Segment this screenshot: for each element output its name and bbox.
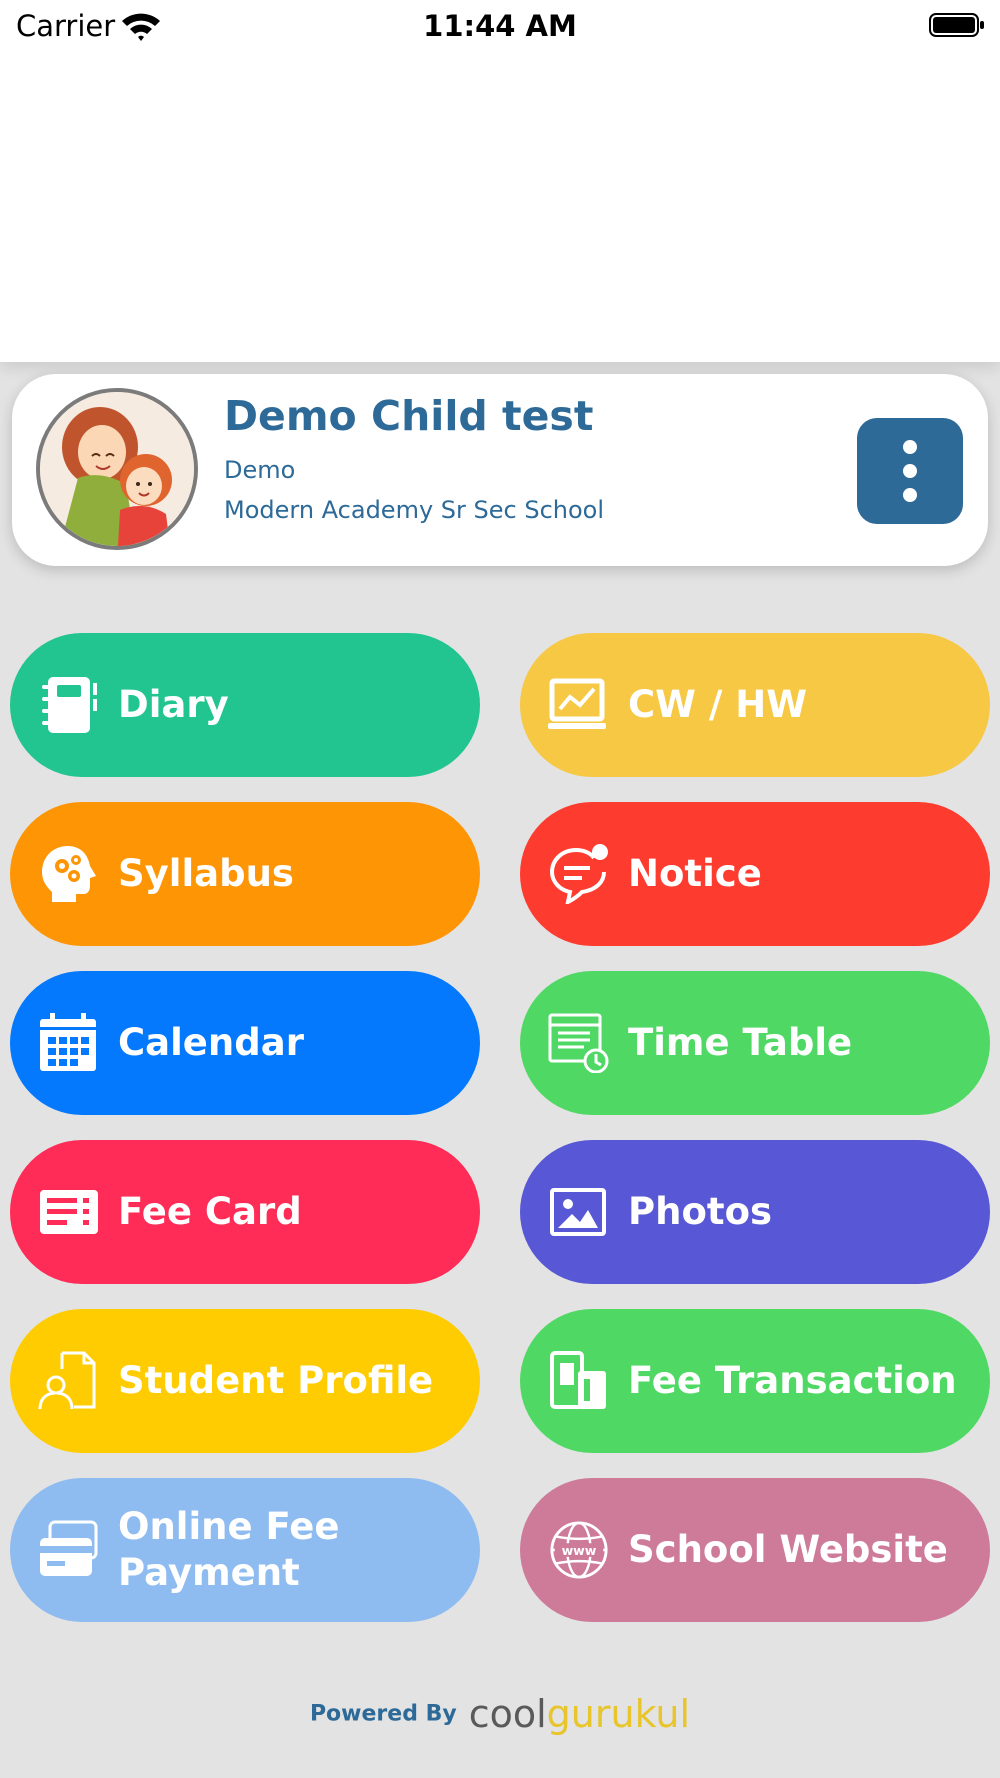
tile-label: Fee Transaction [628,1359,957,1402]
tile-online-fee-payment[interactable]: Online Fee Payment [10,1478,480,1622]
diary-icon [42,677,97,733]
tile-label: School Website [628,1528,948,1571]
tile-label: Online Fee Payment [118,1505,340,1594]
brand-logo-cool: cool [468,1692,547,1736]
tile-calendar[interactable]: Calendar [10,971,480,1115]
more-options-button[interactable] [857,418,963,524]
tile-label: CW / HW [628,683,808,726]
tile-fee-card[interactable]: Fee Card [10,1140,480,1284]
photo-icon [550,1188,606,1236]
powered-by-footer: Powered By coolgurukul [0,1692,1000,1736]
globe-www-icon: www [550,1521,608,1579]
fee-transaction-icon [550,1351,606,1409]
svg-text:www: www [562,1543,597,1558]
tile-syllabus[interactable]: Syllabus [10,802,480,946]
tile-label: Syllabus [118,852,294,895]
tile-photos[interactable]: Photos [520,1140,990,1284]
brand-logo-gurukul: gurukul [546,1692,691,1736]
calendar-icon [40,1013,96,1071]
tile-notice[interactable]: Notice [520,802,990,946]
mother-child-illustration [40,392,194,546]
powered-by-label: Powered By [309,1701,457,1727]
tile-time-table[interactable]: Time Table [520,971,990,1115]
tile-label: Notice [628,852,762,895]
tile-label: Fee Card [118,1190,302,1233]
tile-school-website[interactable]: www School Website [520,1478,990,1622]
chat-bubble-icon [549,844,608,904]
tile-diary[interactable]: Diary [10,633,480,777]
fee-card-icon [40,1190,98,1234]
header-area: Carrier 11:44 AM [0,0,1000,362]
tile-cw-hw[interactable]: CW / HW [520,633,990,777]
child-name: Demo Child test [224,392,594,440]
chart-board-icon [548,678,606,729]
school-name: Modern Academy Sr Sec School [224,496,605,524]
tile-student-profile[interactable]: Student Profile [10,1309,480,1453]
battery-icon [929,13,984,37]
student-profile-icon [38,1351,96,1410]
more-dots-icon [903,440,917,454]
tile-fee-transaction[interactable]: Fee Transaction [520,1309,990,1453]
profile-card: Demo Child test Demo Modern Academy Sr S… [12,374,988,566]
tile-label: Photos [628,1190,773,1233]
tile-label: Calendar [118,1021,304,1064]
head-gears-icon [42,846,96,902]
tile-label: Student Profile [118,1359,434,1402]
avatar [36,388,198,550]
tile-label: Diary [118,683,229,726]
tile-label: Time Table [628,1021,853,1064]
timetable-clock-icon [548,1013,609,1073]
credit-card-icon [40,1520,98,1576]
child-class: Demo [224,456,296,484]
clock-label: 11:44 AM [423,9,577,43]
